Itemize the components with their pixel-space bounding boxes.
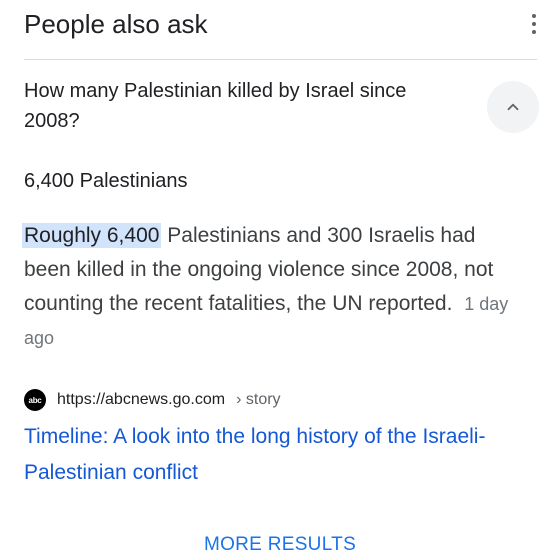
paa-header: People also ask [24,4,544,44]
source-url[interactable]: https://abcnews.go.com [57,391,225,409]
section-title: People also ask [24,8,208,39]
source-row[interactable]: abc https://abcnews.go.com › story [24,386,281,414]
source-breadcrumb: › story [236,391,281,408]
question-text: How many Palestinian killed by Israel si… [24,80,407,132]
answer-snippet: Roughly 6,400 Palestinians and 300 Israe… [22,219,524,355]
highlighted-text: Roughly 6,400 [22,223,162,248]
result-title: Timeline: A look into the long history o… [24,425,486,484]
more-results-button[interactable]: MORE RESULTS [0,534,560,556]
featured-answer: 6,400 Palestinians [24,170,188,192]
abc-news-logo: abc [24,389,46,411]
chevron-up-icon [507,103,519,111]
more-options-icon[interactable] [524,6,544,42]
question-accordion[interactable]: How many Palestinian killed by Israel si… [24,76,540,136]
collapse-button[interactable] [487,81,539,133]
result-title-link[interactable]: Timeline: A look into the long history o… [24,419,524,491]
divider [24,59,537,60]
